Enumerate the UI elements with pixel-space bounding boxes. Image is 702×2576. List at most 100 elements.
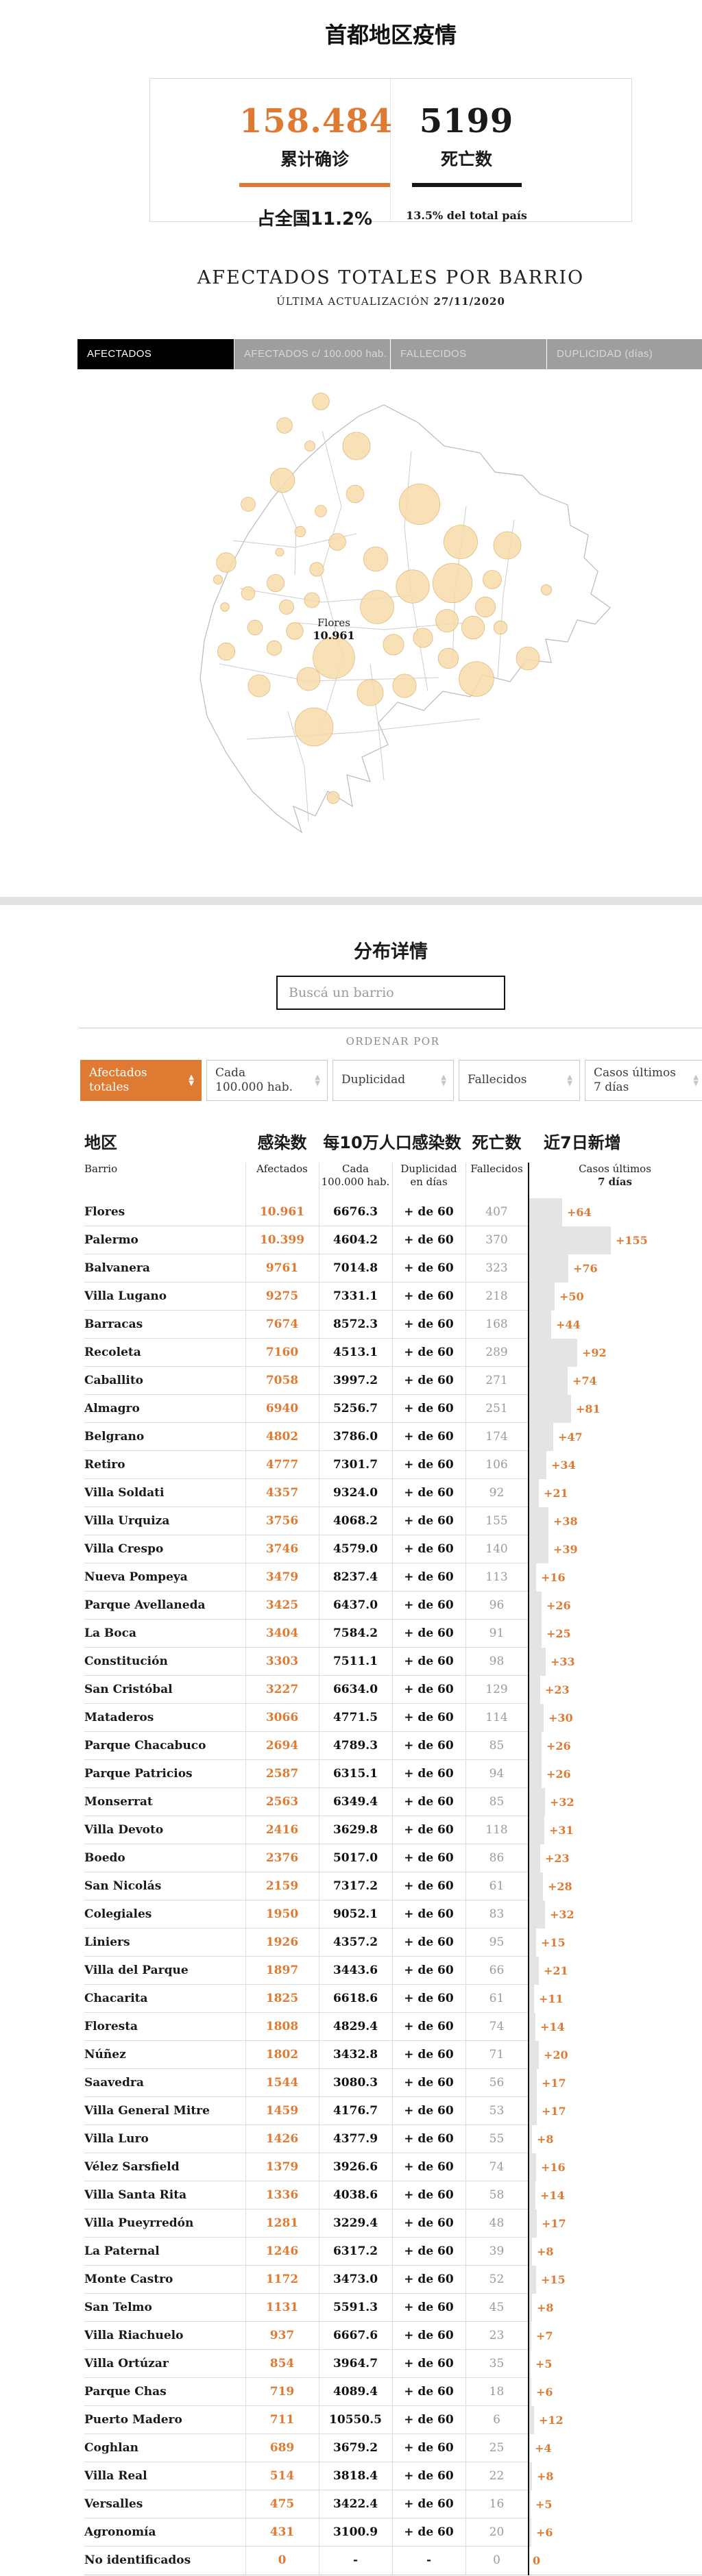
map-bubble-san-crist-bal[interactable] [436, 610, 459, 632]
map-bubble-la-paternal[interactable] [310, 562, 324, 576]
map-bubble-monte-castro[interactable] [241, 586, 255, 600]
map-bubble-almagro[interactable] [396, 570, 429, 603]
cn-header-cell: 每10万人口感染数 [319, 1131, 465, 1154]
per100k-value: 5256.7 [319, 1395, 392, 1423]
map-bubble-n-ez[interactable] [313, 393, 330, 410]
barrio-name: Flores [84, 1198, 245, 1226]
map-bubble-villa-soldati[interactable] [357, 680, 383, 706]
duplicidad-value: + de 60 [392, 2322, 465, 2350]
map-bubble-villa-pueyrred-n[interactable] [241, 497, 256, 512]
map-bubble-parque-patricios[interactable] [438, 648, 459, 669]
duplicidad-value: + de 60 [392, 1451, 465, 1479]
map-bubble-nueva-pompeya[interactable] [393, 674, 416, 697]
map-bubble-versalles[interactable] [221, 603, 230, 612]
map-bubble-coghlan[interactable] [304, 441, 315, 451]
sort-button-casos-ltimos[interactable]: Casos últimos7 días▲▼ [585, 1060, 702, 1101]
map-bubble-monserrat[interactable] [475, 597, 495, 617]
last7-cell: +5 [528, 2490, 702, 2518]
table-row: Villa Soldati43579324.0+ de 6092+21 [84, 1479, 702, 1507]
map-bubble-villa-santa-rita[interactable] [279, 599, 293, 614]
fallecidos-value: 48 [465, 2209, 528, 2238]
map-bubble-liniers[interactable] [217, 643, 234, 660]
map-bubble-villa-luro[interactable] [247, 620, 263, 635]
table-row: Núñez18023432.8+ de 6071+20 [84, 2041, 702, 2069]
sort-button-fallecidos[interactable]: Fallecidos▲▼ [459, 1060, 580, 1101]
per100k-value: 4771.5 [319, 1704, 392, 1732]
last7-label: +34 [546, 1451, 576, 1479]
map-bubble-parque-chacabuco[interactable] [383, 634, 404, 655]
map-bubble-la-boca[interactable] [516, 647, 540, 670]
map-bubble-v-lez-sarsfield[interactable] [267, 641, 282, 656]
last7-cell: +26 [528, 1592, 702, 1620]
last7-cell: +34 [528, 1451, 702, 1479]
sort-button-duplicidad[interactable]: Duplicidad▲▼ [332, 1060, 454, 1101]
per100k-value: 6676.3 [319, 1198, 392, 1226]
per100k-value: 4068.2 [319, 1507, 392, 1535]
map-bubble-villa-del-parque[interactable] [267, 574, 284, 591]
table-row: San Telmo11315591.3+ de 6045+8 [84, 2294, 702, 2322]
last7-cell: +74 [528, 1367, 702, 1395]
last7-bar [528, 1872, 543, 1900]
map-bubble-colegiales[interactable] [346, 485, 364, 503]
map-bubble-barracas[interactable] [459, 662, 494, 697]
sort-button-cada[interactable]: Cada100.000 hab.▲▼ [206, 1060, 328, 1101]
last7-cell: +47 [528, 1423, 702, 1451]
last7-cell: +6 [528, 2518, 702, 2547]
last7-label: +32 [545, 1900, 574, 1929]
fallecidos-value: 251 [465, 1395, 528, 1423]
map-bubble-san-nicol-s[interactable] [483, 571, 502, 589]
map-bubble-villa-real[interactable] [213, 575, 222, 584]
map-bubble-caballito[interactable] [361, 591, 394, 624]
barrio-name: Villa Crespo [84, 1535, 245, 1563]
tab-afectados-c-100-000-hab-[interactable]: AFECTADOS c/ 100.000 hab. [234, 339, 390, 369]
city-bubble-map: Flores 10.961 [0, 369, 702, 897]
sub-header-cell: Barrio [84, 1163, 245, 1198]
map-bubble-parque-avellaneda[interactable] [297, 667, 320, 691]
last7-cell: +20 [528, 2041, 702, 2069]
per100k-value: 3443.6 [319, 1957, 392, 1985]
table-row: San Nicolás21597317.2+ de 6061+28 [84, 1872, 702, 1900]
table-row: Belgrano48023786.0+ de 60174+47 [84, 1423, 702, 1451]
table-row: Saavedra15443080.3+ de 6056+17 [84, 2069, 702, 2097]
map-bubble-balvanera[interactable] [433, 563, 472, 602]
map-bubble-constituci-n[interactable] [461, 616, 484, 639]
map-bubble-boedo[interactable] [413, 628, 433, 647]
map-bubble-recoleta[interactable] [444, 525, 478, 559]
per100k-value: 3229.4 [319, 2209, 392, 2238]
deaths-share: 13.5% del total país [391, 209, 542, 222]
map-bubble-villa-general-mitre[interactable] [304, 593, 319, 608]
search-input[interactable] [276, 976, 505, 1010]
map-bubble-villa-devoto[interactable] [217, 553, 237, 573]
order-by-label: ORDENAR POR [79, 1035, 702, 1048]
map-bubble-villa-riachuelo[interactable] [327, 791, 339, 804]
map-bubble-floresta[interactable] [287, 623, 304, 640]
map-bubble-mataderos[interactable] [248, 675, 270, 697]
afectados-value: 3425 [245, 1592, 319, 1620]
map-bubble-villa-ort-zar[interactable] [315, 506, 327, 517]
fallecidos-value: 35 [465, 2350, 528, 2378]
map-bubble-retiro[interactable] [494, 532, 521, 559]
table-row: Puerto Madero71110550.5+ de 606+12 [84, 2406, 702, 2434]
sort-button-afectados[interactable]: Afectadostotales▲▼ [80, 1060, 202, 1101]
tab-duplicidad-d-as-[interactable]: DUPLICIDAD (días) [546, 339, 702, 369]
map-bubble-parque-chas[interactable] [295, 526, 306, 537]
map-bubble-chacarita[interactable] [329, 534, 346, 551]
map-bubble-palermo[interactable] [399, 484, 439, 524]
map-bubble-belgrano[interactable] [343, 432, 370, 460]
map-bubble-puerto-madero[interactable] [541, 584, 551, 595]
map-bubble-villa-lugano[interactable] [295, 708, 333, 746]
last7-label: +32 [545, 1788, 574, 1816]
map-bubble-villa-crespo[interactable] [363, 547, 388, 571]
tab-afectados[interactable]: AFECTADOS [77, 339, 234, 369]
map-bubble-agronom-a[interactable] [276, 548, 284, 556]
duplicidad-value: + de 60 [392, 1704, 465, 1732]
afectados-value: 3479 [245, 1563, 319, 1592]
map-bubble-san-telmo[interactable] [494, 621, 507, 634]
map-bubble-saavedra[interactable] [277, 418, 293, 434]
map-bubble-villa-urquiza[interactable] [270, 468, 295, 493]
last7-bar [528, 1620, 542, 1648]
last7-label: +17 [537, 2209, 566, 2238]
tab-fallecidos[interactable]: FALLECIDOS [390, 339, 546, 369]
barrio-name: San Nicolás [84, 1872, 245, 1900]
map-bubble-flores[interactable] [313, 637, 355, 679]
